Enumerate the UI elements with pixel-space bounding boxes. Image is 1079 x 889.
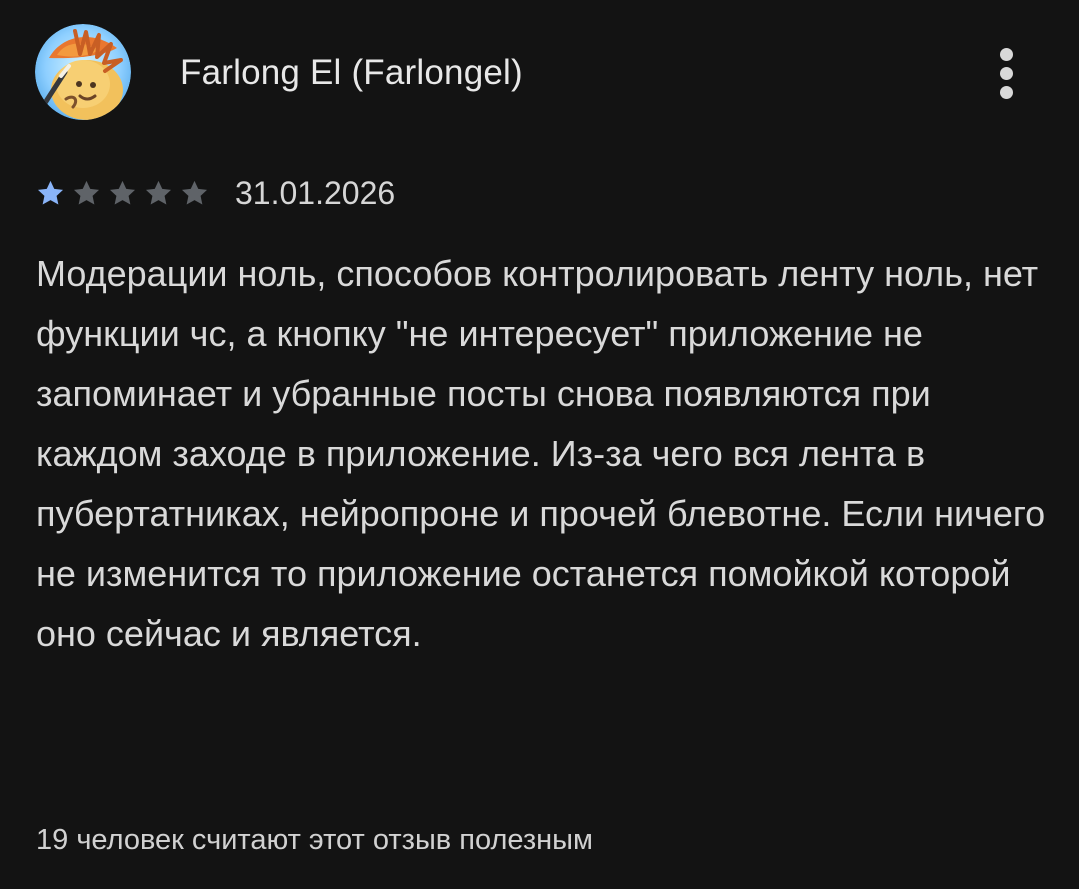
more-vert-icon-dot-bottom xyxy=(1000,86,1013,99)
rating-stars xyxy=(35,178,210,209)
review-text: Модерации ноль, способов контролировать … xyxy=(36,253,1046,654)
star-empty-icon xyxy=(73,180,100,204)
review-date: 31.01.2026 xyxy=(235,175,396,211)
star-filled-icon xyxy=(37,180,64,204)
cartoon-avatar-icon xyxy=(35,24,131,120)
review-card: Farlong El (Farlongel) 31.01.2026 Модера… xyxy=(0,0,1079,889)
author-name: Farlong El (Farlongel) xyxy=(180,53,523,92)
star-empty-icon xyxy=(109,180,136,204)
more-vert-icon-dot-top xyxy=(1000,48,1013,61)
more-vert-icon-dot-middle xyxy=(1000,67,1013,80)
rating-row: 31.01.2026 xyxy=(35,172,395,214)
helpful-count-text: 19 человек считают этот отзыв полезным xyxy=(36,824,593,856)
star-empty-icon xyxy=(181,180,208,204)
more-options-button[interactable] xyxy=(980,40,1034,104)
avatar[interactable] xyxy=(35,24,131,120)
star-empty-icon xyxy=(145,180,172,204)
